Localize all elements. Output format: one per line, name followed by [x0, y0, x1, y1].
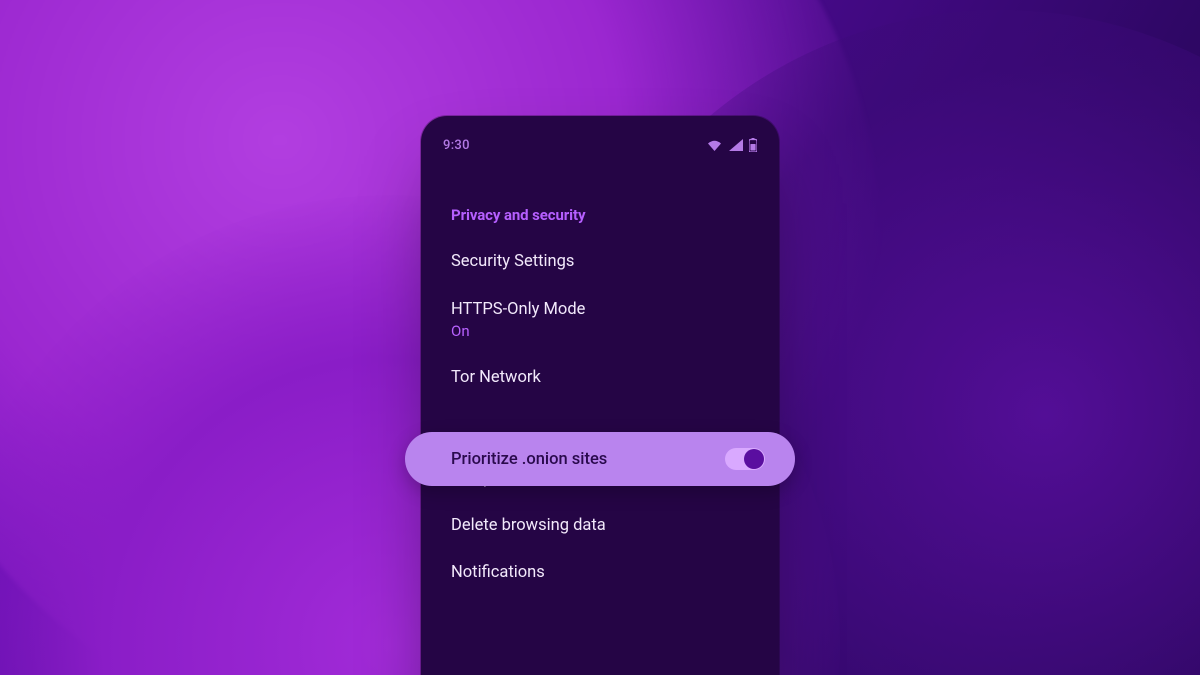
status-time: 9:30 [443, 138, 470, 153]
menu-item-label: Tor Network [451, 368, 541, 387]
section-header-privacy: Privacy and security [421, 150, 779, 238]
status-bar: 9:30 [421, 116, 779, 150]
menu-item-notifications[interactable]: Notifications [421, 549, 779, 596]
menu-item-sublabel: On [451, 322, 585, 340]
phone-frame: 9:30 Privacy and security [421, 116, 779, 675]
settings-menu: Security Settings HTTPS-Only Mode On Tor… [421, 238, 779, 596]
status-icons [706, 138, 757, 152]
battery-icon [749, 138, 757, 152]
menu-item-https-only[interactable]: HTTPS-Only Mode On [421, 285, 779, 354]
wifi-icon [706, 139, 723, 152]
cellular-icon [729, 139, 743, 151]
menu-item-label: Notifications [451, 563, 545, 582]
prioritize-onion-toggle[interactable] [725, 448, 765, 470]
menu-item-label: Prioritize .onion sites [451, 450, 607, 469]
menu-item-label: HTTPS-Only Mode [451, 300, 585, 319]
menu-item-delete-browsing-data[interactable]: Delete browsing data [421, 502, 779, 549]
menu-item-prioritize-onion[interactable]: Prioritize .onion sites [405, 432, 795, 486]
menu-item-security-settings[interactable]: Security Settings [421, 238, 779, 285]
menu-item-label: Delete browsing data [451, 516, 606, 535]
menu-item-tor-network[interactable]: Tor Network [421, 354, 779, 401]
menu-item-label: Security Settings [451, 252, 574, 271]
toggle-thumb [744, 449, 764, 469]
